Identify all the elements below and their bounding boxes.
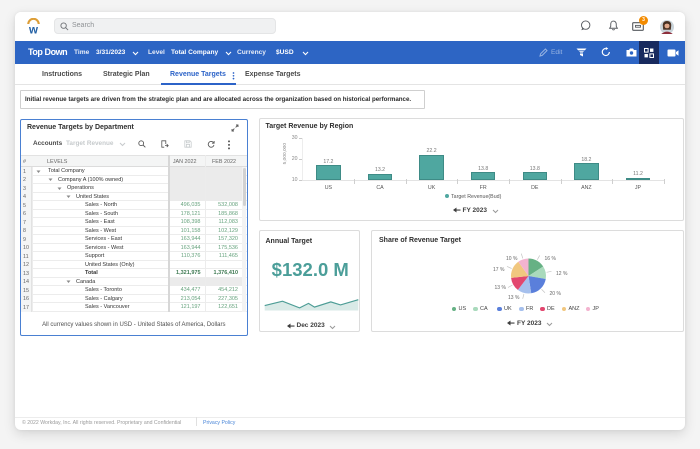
svg-text:w: w	[28, 25, 38, 35]
